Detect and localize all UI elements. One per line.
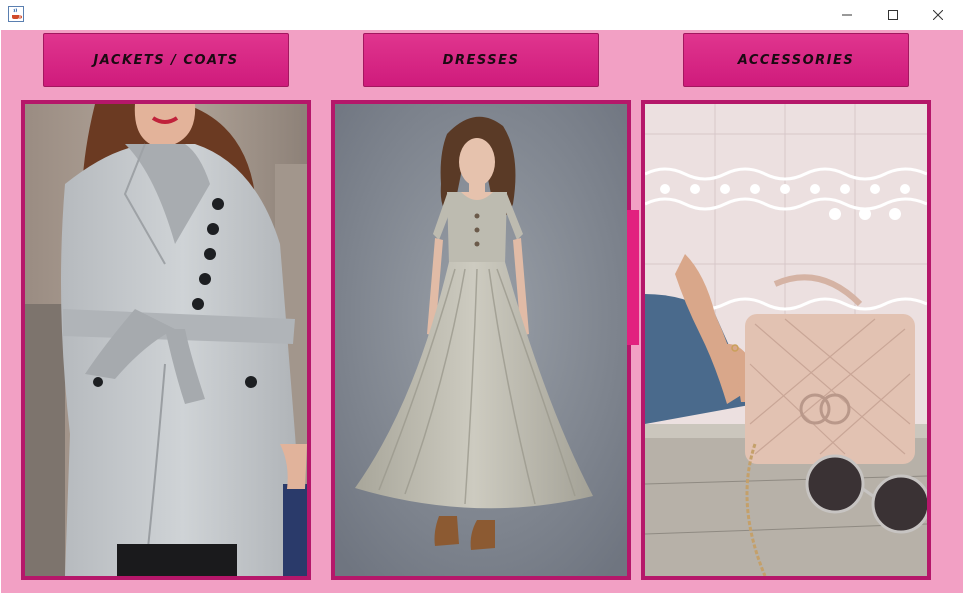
- window-bottom-area: [1, 582, 963, 593]
- window-titlebar: [0, 0, 964, 30]
- accessories-image[interactable]: [641, 100, 931, 580]
- minimize-icon: [842, 14, 852, 16]
- dress-photo: [335, 104, 627, 576]
- close-button[interactable]: [915, 0, 961, 30]
- app-content: JACKETS / COATS DRESSES ACCESSORIES: [1, 30, 963, 593]
- minimize-button[interactable]: [824, 0, 870, 30]
- maximize-icon: [888, 10, 898, 20]
- close-icon: [933, 10, 943, 20]
- accessories-button[interactable]: ACCESSORIES: [683, 33, 909, 87]
- maximize-button[interactable]: [870, 0, 916, 30]
- coat-photo: [25, 104, 307, 576]
- decorative-accent-bar: [627, 210, 639, 345]
- jackets-coats-button[interactable]: JACKETS / COATS: [43, 33, 289, 87]
- java-app-icon: [8, 6, 24, 22]
- accessories-photo: [645, 104, 927, 576]
- jackets-coats-image[interactable]: [21, 100, 311, 580]
- dresses-button[interactable]: DRESSES: [363, 33, 599, 87]
- dresses-image[interactable]: [331, 100, 631, 580]
